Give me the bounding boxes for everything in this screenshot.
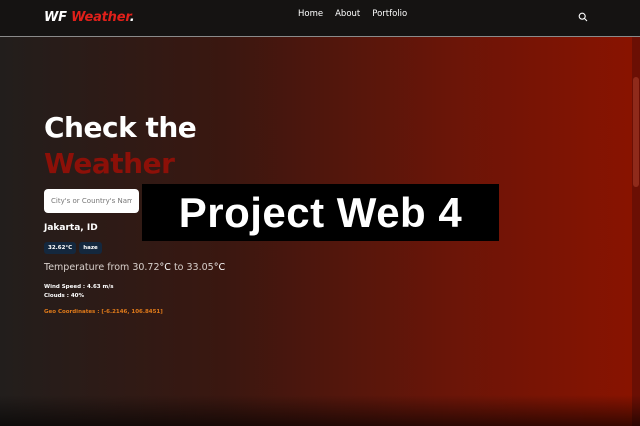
brand-accent: Weather [71, 10, 130, 25]
hero-title: Check the Weather [44, 110, 197, 182]
clouds: Clouds : 40% [44, 293, 85, 299]
search-icon[interactable] [578, 12, 588, 22]
city-search-input[interactable] [44, 189, 139, 213]
brand-suffix: . [129, 10, 135, 25]
brand-prefix: WF [44, 10, 67, 25]
bottom-shadow [0, 395, 640, 426]
scrollbar-thumb[interactable] [633, 77, 639, 187]
nav-links: Home About Portfolio [298, 9, 407, 19]
temp-unit-2: °C [213, 262, 226, 273]
wind-speed: Wind Speed : 4.63 m/s [44, 284, 114, 290]
location-name: Jakarta, ID [44, 223, 98, 233]
nav-link-home[interactable]: Home [298, 9, 323, 19]
nav-link-portfolio[interactable]: Portfolio [372, 9, 407, 19]
condition-badge: haze [79, 242, 102, 254]
hero-line1: Check the [44, 111, 197, 144]
temperature-badge: 32.62°C [44, 242, 77, 254]
hero-line2: Weather [44, 147, 175, 180]
temp-unit-1: °C [159, 262, 171, 273]
weather-badges: 32.62°C haze [44, 242, 102, 254]
nav-link-about[interactable]: About [335, 9, 360, 19]
page-scrollbar[interactable] [632, 37, 640, 426]
overlay-title: Project Web 4 [178, 189, 463, 236]
geo-coordinates: Geo Coordinates : [-6.2146, 106.8451] [44, 309, 163, 315]
navbar: WF Weather. Home About Portfolio [0, 0, 640, 37]
brand-logo[interactable]: WF Weather. [44, 10, 135, 25]
temperature-range: Temperature from 30.72°C to 33.05°C [44, 262, 225, 273]
temp-prefix: Temperature from 30.72 [44, 262, 160, 273]
temp-mid: to 33.05 [170, 262, 214, 273]
